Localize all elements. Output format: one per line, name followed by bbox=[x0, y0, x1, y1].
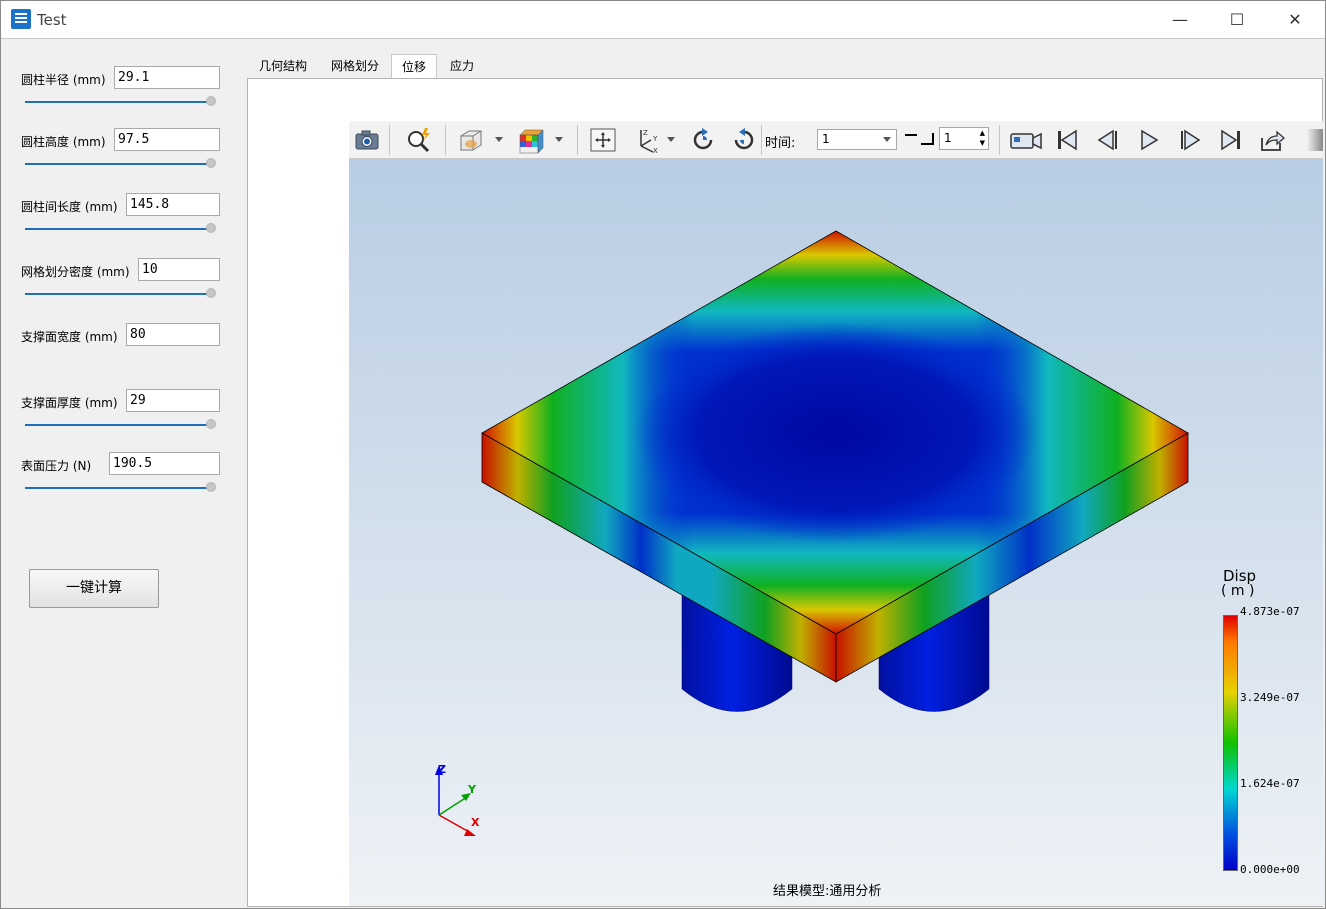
calculate-button[interactable]: 一键计算 bbox=[29, 569, 159, 608]
app-logo-icon bbox=[11, 9, 31, 29]
last-frame-icon[interactable] bbox=[1217, 126, 1245, 154]
viewer-toolbar: Z Y X 时间: 1 1 ▲ ▼ bbox=[349, 121, 1323, 159]
param-label-cylinder-radius: 圆柱半径 (mm) bbox=[21, 73, 106, 87]
prev-frame-icon[interactable] bbox=[1094, 126, 1122, 154]
plate-top-face bbox=[481, 230, 1189, 635]
legend-label-high: 3.249e-07 bbox=[1240, 691, 1300, 704]
axis-label-x: X bbox=[471, 816, 480, 829]
param-label-surface-pressure: 表面压力 (N) bbox=[21, 459, 92, 473]
support-thickness-input[interactable]: 29 bbox=[126, 389, 220, 412]
axes-icon[interactable]: Z Y X bbox=[633, 126, 661, 154]
param-label-support-thickness: 支撑面厚度 (mm) bbox=[21, 396, 118, 410]
cylinder-spacing-slider-thumb[interactable] bbox=[206, 223, 216, 233]
cylinder-radius-slider-thumb[interactable] bbox=[206, 96, 216, 106]
play-icon[interactable] bbox=[1135, 126, 1163, 154]
export-icon[interactable] bbox=[1258, 126, 1286, 154]
step-spinbox[interactable]: 1 ▲ ▼ bbox=[939, 127, 989, 150]
surface-pressure-slider-thumb[interactable] bbox=[206, 482, 216, 492]
tab-displacement[interactable]: 位移 bbox=[391, 54, 437, 78]
first-frame-icon[interactable] bbox=[1053, 126, 1081, 154]
parameter-panel: 圆柱半径 (mm) 29.1 圆柱高度 (mm) 97.5 圆柱间长度 (mm)… bbox=[1, 39, 247, 908]
time-label: 时间: bbox=[765, 136, 796, 151]
spin-down-icon[interactable]: ▼ bbox=[980, 138, 985, 148]
minimize-button[interactable]: — bbox=[1151, 1, 1209, 39]
mesh-density-slider[interactable] bbox=[25, 293, 211, 295]
legend-label-max: 4.873e-07 bbox=[1240, 605, 1300, 618]
step-icon bbox=[905, 133, 934, 145]
view-cube-icon[interactable] bbox=[457, 126, 485, 154]
support-width-input[interactable]: 80 bbox=[126, 323, 220, 346]
cylinder-height-slider-thumb[interactable] bbox=[206, 158, 216, 168]
legend-label-min: 0.000e+00 bbox=[1240, 863, 1300, 876]
support-thickness-slider[interactable] bbox=[25, 424, 211, 426]
color-legend-bar bbox=[1223, 615, 1238, 871]
param-label-mesh-density: 网格划分密度 (mm) bbox=[21, 265, 130, 279]
app-window: Test — ☐ ✕ 圆柱半径 (mm) 29.1 圆柱高度 (mm) 97.5… bbox=[0, 0, 1326, 909]
surface-pressure-slider[interactable] bbox=[25, 487, 211, 489]
svg-text:Z: Z bbox=[643, 129, 648, 137]
time-select[interactable]: 1 bbox=[817, 129, 897, 150]
toolbar-separator bbox=[389, 125, 390, 155]
maximize-button[interactable]: ☐ bbox=[1208, 1, 1266, 39]
tab-stress[interactable]: 应力 bbox=[443, 54, 481, 78]
toolbar-separator bbox=[577, 125, 578, 155]
cylinder-height-input[interactable]: 97.5 bbox=[114, 128, 220, 151]
mesh-density-input[interactable]: 10 bbox=[138, 258, 220, 281]
toolbar-separator bbox=[445, 125, 446, 155]
zoom-icon[interactable] bbox=[405, 126, 433, 154]
close-button[interactable]: ✕ bbox=[1266, 1, 1324, 39]
cylinder-spacing-input[interactable]: 145.8 bbox=[126, 193, 220, 216]
legend-label-low: 1.624e-07 bbox=[1240, 777, 1300, 790]
fit-view-icon[interactable] bbox=[589, 126, 617, 154]
svg-text:X: X bbox=[653, 147, 658, 154]
displacement-model bbox=[435, 230, 1189, 836]
view-cube-dropdown-arrow[interactable] bbox=[495, 137, 503, 142]
svg-text:Y: Y bbox=[652, 135, 658, 143]
cylinder-radius-slider[interactable] bbox=[25, 101, 211, 103]
step-spinbox-value: 1 bbox=[944, 131, 952, 145]
next-frame-icon[interactable] bbox=[1176, 126, 1204, 154]
param-label-support-width: 支撑面宽度 (mm) bbox=[21, 330, 118, 344]
surface-pressure-input[interactable]: 190.5 bbox=[109, 452, 220, 475]
tab-mesh[interactable]: 网格划分 bbox=[323, 54, 387, 78]
support-thickness-slider-thumb[interactable] bbox=[206, 419, 216, 429]
toolbar-separator bbox=[999, 125, 1000, 155]
param-label-cylinder-height: 圆柱高度 (mm) bbox=[21, 135, 106, 149]
color-cube-dropdown-arrow[interactable] bbox=[555, 137, 563, 142]
rotate-cw-icon[interactable] bbox=[689, 126, 717, 154]
time-select-value: 1 bbox=[822, 132, 830, 146]
toolbar-separator bbox=[761, 125, 762, 155]
spin-up-icon[interactable]: ▲ bbox=[980, 128, 985, 138]
cylinder-height-slider[interactable] bbox=[25, 163, 211, 165]
camera-icon[interactable] bbox=[353, 126, 381, 154]
axis-label-y: Y bbox=[468, 783, 476, 796]
legend-unit: ( m ) bbox=[1221, 583, 1255, 599]
cylinder-spacing-slider[interactable] bbox=[25, 228, 211, 230]
record-icon[interactable] bbox=[1009, 126, 1043, 154]
chevron-down-icon bbox=[883, 137, 891, 142]
cylinder-radius-input[interactable]: 29.1 bbox=[114, 66, 220, 89]
rotate-ccw-icon[interactable] bbox=[730, 126, 758, 154]
title-bar: Test — ☐ ✕ bbox=[1, 1, 1325, 39]
mesh-density-slider-thumb[interactable] bbox=[206, 288, 216, 298]
toolbar-overflow-handle[interactable] bbox=[1307, 129, 1323, 151]
color-cube-icon[interactable] bbox=[517, 126, 545, 154]
result-model-caption: 结果模型:通用分析 bbox=[773, 884, 882, 899]
axes-dropdown-arrow[interactable] bbox=[667, 137, 675, 142]
axis-label-z: Z bbox=[438, 763, 446, 776]
param-label-cylinder-spacing: 圆柱间长度 (mm) bbox=[21, 200, 118, 214]
window-title: Test bbox=[37, 11, 67, 29]
3d-viewport[interactable]: Z Y X Disp ( m ) 4.873e-07 3.249e-07 1.6… bbox=[349, 159, 1323, 906]
tab-geometry[interactable]: 几何结构 bbox=[251, 54, 315, 78]
